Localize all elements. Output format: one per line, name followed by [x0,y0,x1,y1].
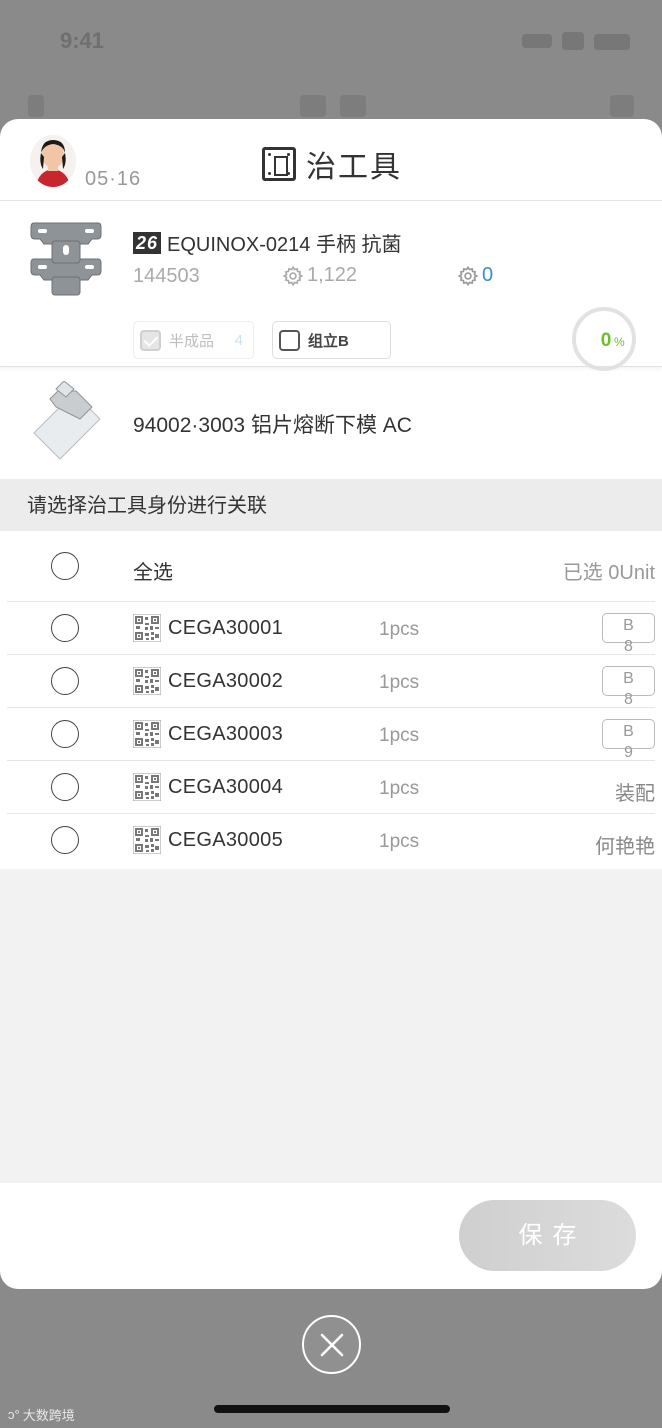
select-all-radio[interactable] [51,552,79,580]
gear-icon [282,265,304,286]
select-all-label: 全选 [133,562,173,584]
process-count: 1,122 [282,264,357,287]
tag-label: 组立B [308,332,349,350]
status-text: 装配 [615,783,655,805]
list-item[interactable]: CEGA30003 1pcs B 9 [7,708,655,761]
empty-area [0,869,662,1183]
tag-count: 4 [234,331,243,349]
selected-count: 已选 0Unit [562,562,655,584]
item-qty: 1pcs [379,725,420,746]
qr-code-icon [133,826,161,854]
item-qty: 1pcs [379,778,420,799]
item-qty: 1pcs [379,619,420,640]
close-button[interactable] [302,1315,361,1374]
status-number: 9 [624,744,633,761]
list-item[interactable]: CEGA30002 1pcs B 8 [7,655,655,708]
background-status-bar: 9:41 [0,22,662,62]
status-badge: B 8 [602,613,655,655]
status-letter: B [623,670,634,687]
status-time: 9:41 [60,28,105,53]
item-qty: 1pcs [379,831,420,852]
qr-code-icon [133,720,161,748]
watermark: ↄ° 大数跨境 [8,1405,75,1424]
item-radio[interactable] [51,614,79,642]
header-date: 05·16 [85,168,142,190]
status-letter: B [623,723,634,740]
status-icons [522,30,632,50]
status-number: 8 [624,638,633,655]
product-id: 144503 [133,265,200,287]
status-text: 何艳艳 [595,836,655,858]
linked-count[interactable]: 0 [457,264,493,287]
product-code-badge: 26 [133,231,162,254]
fixture-modal: 05·16 治工具 26 EQUINOX-0214 手柄 抗菌 144503 1… [0,119,662,1289]
fixture-name: 94002·3003 铝片熔断下模 AC [133,414,412,437]
save-button[interactable]: 保存 [459,1200,636,1271]
close-icon [320,1333,344,1357]
qr-code-icon [133,667,161,695]
item-radio[interactable] [51,667,79,695]
tag-label: 半成品 [169,332,215,350]
list-item[interactable]: CEGA30001 1pcs B 8 [7,602,655,655]
status-letter: B [623,617,634,634]
process-count-value: 1,122 [307,264,358,286]
item-code: CEGA30003 [168,723,283,745]
avatar [30,135,76,187]
qr-code-icon [133,614,161,642]
product-name: EQUINOX-0214 手柄 抗菌 [167,234,402,256]
home-indicator [214,1405,450,1413]
process-tags: 半成品 4 组立B [133,321,391,359]
status-badge: B 8 [602,666,655,708]
progress-label: 0 [601,330,612,351]
select-all-row[interactable]: 全选 已选 0Unit [7,531,655,602]
status-badge: B 9 [602,719,655,761]
item-radio[interactable] [51,720,79,748]
qr-code-icon [133,773,161,801]
list-item[interactable]: CEGA30004 1pcs 装配 [7,761,655,814]
watermark-logo-icon: ↄ° [8,1407,20,1422]
item-code: CEGA30004 [168,776,283,798]
progress-unit: % [614,335,625,349]
product-image [30,222,102,296]
modal-header: 05·16 治工具 [0,119,662,201]
item-radio[interactable] [51,826,79,854]
item-code: CEGA30001 [168,617,283,639]
fixture-list: 全选 已选 0Unit CEGA30001 1pcs B 8 CEGA30002… [0,531,662,867]
fixture-info: 94002·3003 铝片熔断下模 AC [0,367,662,479]
product-card: 26 EQUINOX-0214 手柄 抗菌 144503 1,122 0 0 % [0,201,662,371]
item-code: CEGA30005 [168,829,283,851]
item-qty: 1pcs [379,672,420,693]
watermark-text: 大数跨境 [22,1408,75,1423]
section-prompt: 请选择治工具身份进行关联 [0,479,662,531]
gear-icon [457,265,479,286]
linked-count-value: 0 [482,264,494,286]
status-number: 8 [624,691,633,708]
progress-ring: 0 % [571,306,637,372]
item-radio[interactable] [51,773,79,801]
product-name-row: 26 EQUINOX-0214 手柄 抗菌 [133,228,402,257]
list-item[interactable]: CEGA30005 1pcs 何艳艳 [7,814,655,867]
fixture-image [33,381,101,460]
tag-assembly-b[interactable]: 组立B [272,321,391,359]
item-code: CEGA30002 [168,670,283,692]
fixture-frame-icon [262,147,296,181]
page-title-text: 治工具 [306,151,402,184]
tag-checkbox[interactable] [279,329,300,351]
tag-semi-finished: 半成品 4 [133,321,254,359]
tag-checkbox [140,329,161,351]
page-title: 治工具 [262,142,402,186]
